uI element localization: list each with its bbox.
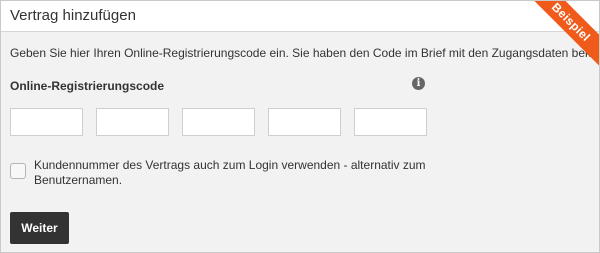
code-input-3[interactable] xyxy=(182,108,255,136)
code-input-2[interactable] xyxy=(96,108,169,136)
code-input-4[interactable] xyxy=(268,108,341,136)
dialog-header: Vertrag hinzufügen xyxy=(1,1,599,32)
intro-text: Geben Sie hier Ihren Online-Registrierun… xyxy=(10,46,600,60)
code-input-5[interactable] xyxy=(354,108,427,136)
registration-code-label: Online-Registrierungscode xyxy=(10,79,165,93)
use-customer-number-label[interactable]: Kundennummer des Vertrags auch zum Login… xyxy=(34,158,454,188)
continue-button[interactable]: Weiter xyxy=(10,212,69,244)
info-icon[interactable]: i xyxy=(412,77,425,90)
use-customer-number-checkbox[interactable] xyxy=(10,163,26,179)
dialog-title: Vertrag hinzufügen xyxy=(10,7,136,24)
add-contract-dialog: Vertrag hinzufügen Beispiel Geben Sie hi… xyxy=(0,0,600,253)
code-input-1[interactable] xyxy=(10,108,83,136)
